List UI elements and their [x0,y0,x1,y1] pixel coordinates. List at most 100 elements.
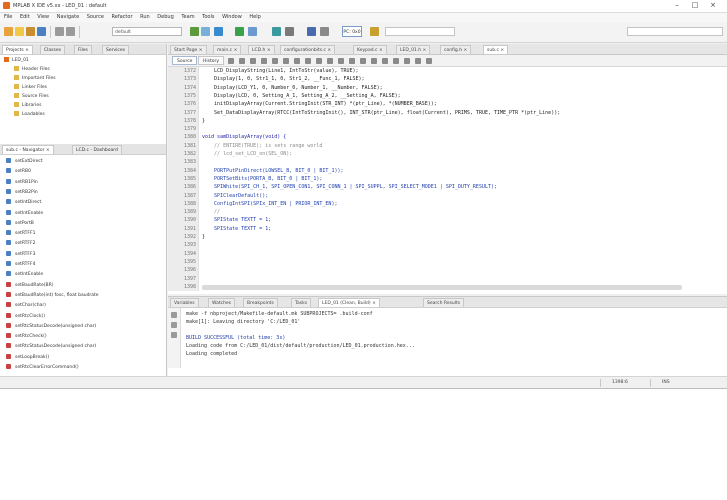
code-editor[interactable]: LCD_DisplayString(Line1, IntToStr(value)… [202,67,722,291]
doc-tab-config-h[interactable]: config.h × [440,45,472,54]
navigator-item[interactable]: setRtcStatusDecode(unsigned char) [6,343,96,351]
open-project-icon[interactable] [26,27,35,36]
navigator-item[interactable]: setRTFF3 [6,250,35,259]
navigator-item[interactable]: setRTFF2 [6,240,35,248]
navigator-item[interactable]: setIntEnable [6,209,43,218]
build-icon[interactable] [190,27,199,36]
navigator-item[interactable]: setPortB [6,219,34,228]
navigator-item[interactable]: setRtcClock() [6,312,45,321]
comment-icon[interactable] [393,58,399,64]
menu-debug[interactable]: Debug [157,13,173,22]
close-button[interactable]: × [706,1,720,10]
next-bookmark-icon[interactable] [327,58,333,64]
navigator-item[interactable]: setRB2Pin [6,188,38,197]
doc-tab-keypad[interactable]: Keypad.c × [353,45,387,54]
help-search-input[interactable] [385,27,455,36]
toggle-rect-select-icon[interactable] [305,58,311,64]
menu-tools[interactable]: Tools [202,13,214,22]
last-edit-icon[interactable] [250,58,256,64]
tab-projects[interactable]: Projects × [2,45,33,54]
tab-dashboard[interactable]: LCD.c - Dashboard [72,145,122,154]
tree-node-loadables[interactable]: Loadables [14,111,45,119]
clean-build-icon[interactable] [201,27,210,36]
tab-tasks[interactable]: Tasks [291,298,312,307]
doc-tab-lcd-h[interactable]: LCD.h × [248,45,275,54]
clear-output-icon[interactable] [171,332,177,338]
history-view-button[interactable]: History [198,56,225,65]
new-file-icon[interactable] [15,27,24,36]
undo-icon[interactable] [55,27,64,36]
doc-tab-sub[interactable]: sub.c × [483,45,509,54]
stop-macro-icon[interactable] [382,58,388,64]
tab-search-results[interactable]: Search Results [423,298,465,307]
menu-window[interactable]: Window [222,13,242,22]
doc-tab-main[interactable]: main.c × [213,45,242,54]
tab-navigator[interactable]: sub.c - Navigator × [2,145,54,154]
tab-classes[interactable]: Classes [40,45,65,54]
navigator-item[interactable]: setIntEnable [6,271,43,279]
find-icon[interactable] [261,58,267,64]
save-all-icon[interactable] [37,27,46,36]
horizontal-scrollbar[interactable] [202,285,682,290]
donate-icon[interactable] [370,27,379,36]
redo-icon[interactable] [66,27,75,36]
menu-help[interactable]: Help [249,13,260,22]
navigator-item[interactable]: setRTFF1 [6,230,35,238]
rerun-icon[interactable] [171,312,177,318]
uncomment-icon[interactable] [404,58,410,64]
tree-node-source-files[interactable]: Source Files [14,93,49,101]
navigator-item[interactable]: setIntDirect [6,199,41,207]
pc-toggle-button[interactable]: PC: 0x0 [342,26,362,37]
tree-node-linker-files[interactable]: Linker Files [14,84,47,92]
navigator-item[interactable]: setLoopBreak() [6,353,49,362]
tab-services[interactable]: Services [102,45,129,54]
navigator-item[interactable]: setRtcCheck() [6,333,47,341]
tree-node-important-files[interactable]: Important Files [14,75,56,83]
navigator-item[interactable]: setRTFF4 [6,261,35,269]
tab-build-output[interactable]: LED_01 (Clean, Build) × [318,298,380,307]
navigator-item[interactable]: setChar(char) [6,302,46,310]
tree-node-project[interactable]: LED_01 [4,57,29,65]
program-device-icon[interactable] [272,27,281,36]
stop-icon[interactable] [171,322,177,328]
navigator-item[interactable]: setRB0 [6,168,31,176]
refresh-icon[interactable] [320,27,329,36]
navigator-item[interactable]: setBaudRate(int) fosc, float baudrate [6,291,99,300]
tab-variables[interactable]: Variables [170,298,199,307]
navigator-item[interactable]: setRB1Pin [6,178,38,187]
new-project-icon[interactable] [4,27,13,36]
tab-breakpoints[interactable]: Breakpoints [243,298,278,307]
tree-node-libraries[interactable]: Libraries [14,102,41,110]
make-and-program-icon[interactable] [214,27,223,36]
navigator-item[interactable]: setExtDirect [6,158,43,166]
doc-tab-start-page[interactable]: Start Page × [170,45,207,54]
shift-right-icon[interactable] [360,58,366,64]
configuration-combo[interactable]: default [112,27,182,36]
shift-left-icon[interactable] [349,58,355,64]
menu-source[interactable]: Source [87,13,104,22]
diff-icon[interactable] [415,58,421,64]
forward-icon[interactable] [239,58,245,64]
source-view-button[interactable]: Source [172,56,198,65]
menu-team[interactable]: Team [181,13,194,22]
find-previous-icon[interactable] [272,58,278,64]
menu-run[interactable]: Run [140,13,150,22]
menu-view[interactable]: View [37,13,49,22]
doc-tab-led01-h[interactable]: LED_01.h × [396,45,431,54]
menu-refactor[interactable]: Refactor [112,13,133,22]
navigator-item[interactable]: setBaudRate(BR) [6,281,53,290]
menu-edit[interactable]: Edit [20,13,30,22]
read-device-icon[interactable] [285,27,294,36]
ide-search-input[interactable] [627,27,723,36]
back-icon[interactable] [228,58,234,64]
previous-bookmark-icon[interactable] [316,58,322,64]
minimize-button[interactable]: – [670,1,684,10]
menu-navigate[interactable]: Navigate [57,13,79,22]
debug-icon[interactable] [248,27,257,36]
doc-tab-configbits[interactable]: configurationbits.c × [280,45,336,54]
toggle-bookmark-icon[interactable] [338,58,344,64]
tab-watches[interactable]: Watches [208,298,236,307]
run-icon[interactable] [235,27,244,36]
navigator-item[interactable]: setRtcClearErrorCommand() [6,364,79,372]
menu-file[interactable]: File [4,13,12,22]
